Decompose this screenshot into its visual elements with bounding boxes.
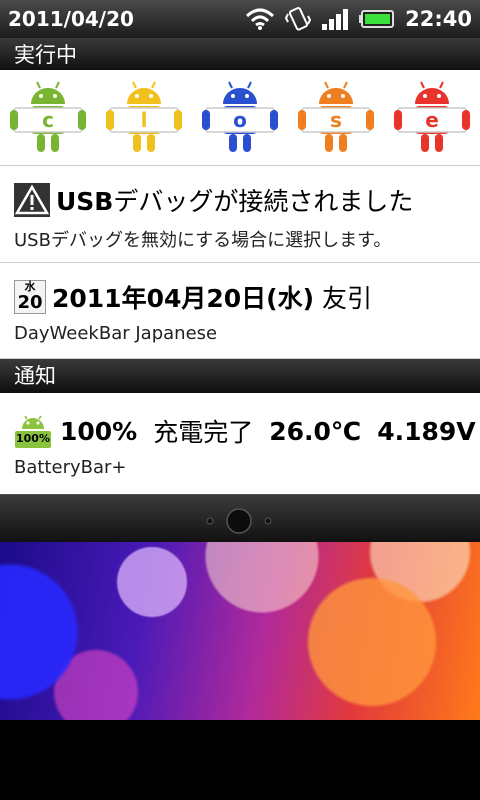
vibrate-icon [285,7,312,31]
usb-warning-icon [14,183,50,217]
notifications-section-header: 通知 [0,359,480,393]
android-battery-icon-label: 100% [16,432,50,445]
batterybar-notification[interactable]: 100% 100% 充電完了 26.0℃ 4.189V BatteryBar+ [0,393,480,494]
dayweekbar-notification[interactable]: 水 20 2011年04月20日(水) 友引 DayWeekBar Japane… [0,263,480,359]
battery-voltage: 4.189V [377,416,476,446]
running-app-letter: c [42,107,54,132]
android-battery-icon: 100% [14,413,52,449]
usb-title-bold: USB [56,187,114,216]
running-app-letter: e [425,107,439,132]
running-app-e[interactable]: e [393,78,471,158]
running-app-s[interactable]: s [297,78,375,158]
running-app-o[interactable]: o [201,78,279,158]
bottom-dock-area [0,720,480,800]
running-apps-row: close [0,70,480,166]
running-app-c[interactable]: c [9,78,87,158]
home-wallpaper [0,542,480,720]
batterybar-title: 100% 100% 充電完了 26.0℃ 4.189V [14,413,476,449]
dayweekbar-title-bold: 2011年04月20日(水) [52,284,315,313]
running-section-header: 実行中 [0,38,480,72]
handle-grip-icon [206,508,272,534]
running-app-l[interactable]: l [105,78,183,158]
running-app-letter: l [140,107,148,132]
dayweekbar-subtitle: DayWeekBar Japanese [14,323,218,344]
calendar-icon: 水 20 [14,280,46,314]
dayweekbar-title: 水 20 2011年04月20日(水) 友引 [14,279,466,315]
usb-debug-title: USBデバッグが接続されました [14,182,466,218]
status-time: 22:40 [405,7,472,31]
notification-panel-handle[interactable] [0,494,480,542]
running-app-letter: s [330,107,342,132]
signal-icon [322,9,349,30]
batterybar-subtitle: BatteryBar+ [14,457,127,478]
usb-debug-notification[interactable]: USBデバッグが接続されました USBデバッグを無効にする場合に選択します。 [0,166,480,263]
dayweekbar-title-rest: 友引 [314,284,372,313]
usb-title-rest: デバッグが接続されました [113,187,414,216]
battery-icon [359,10,395,28]
battery-temperature: 26.0℃ [269,416,362,446]
wifi-icon [246,8,275,30]
battery-status: 充電完了 [153,418,254,447]
usb-debug-subtitle: USBデバッグを無効にする場合に選択します。 [14,230,392,251]
calendar-icon-day: 20 [17,292,43,313]
status-bar: 2011/04/20 22:40 [0,0,480,38]
running-app-letter: o [233,107,247,132]
battery-level: 100% [60,416,138,446]
status-icons: 22:40 [245,6,472,32]
status-date: 2011/04/20 [8,7,134,31]
